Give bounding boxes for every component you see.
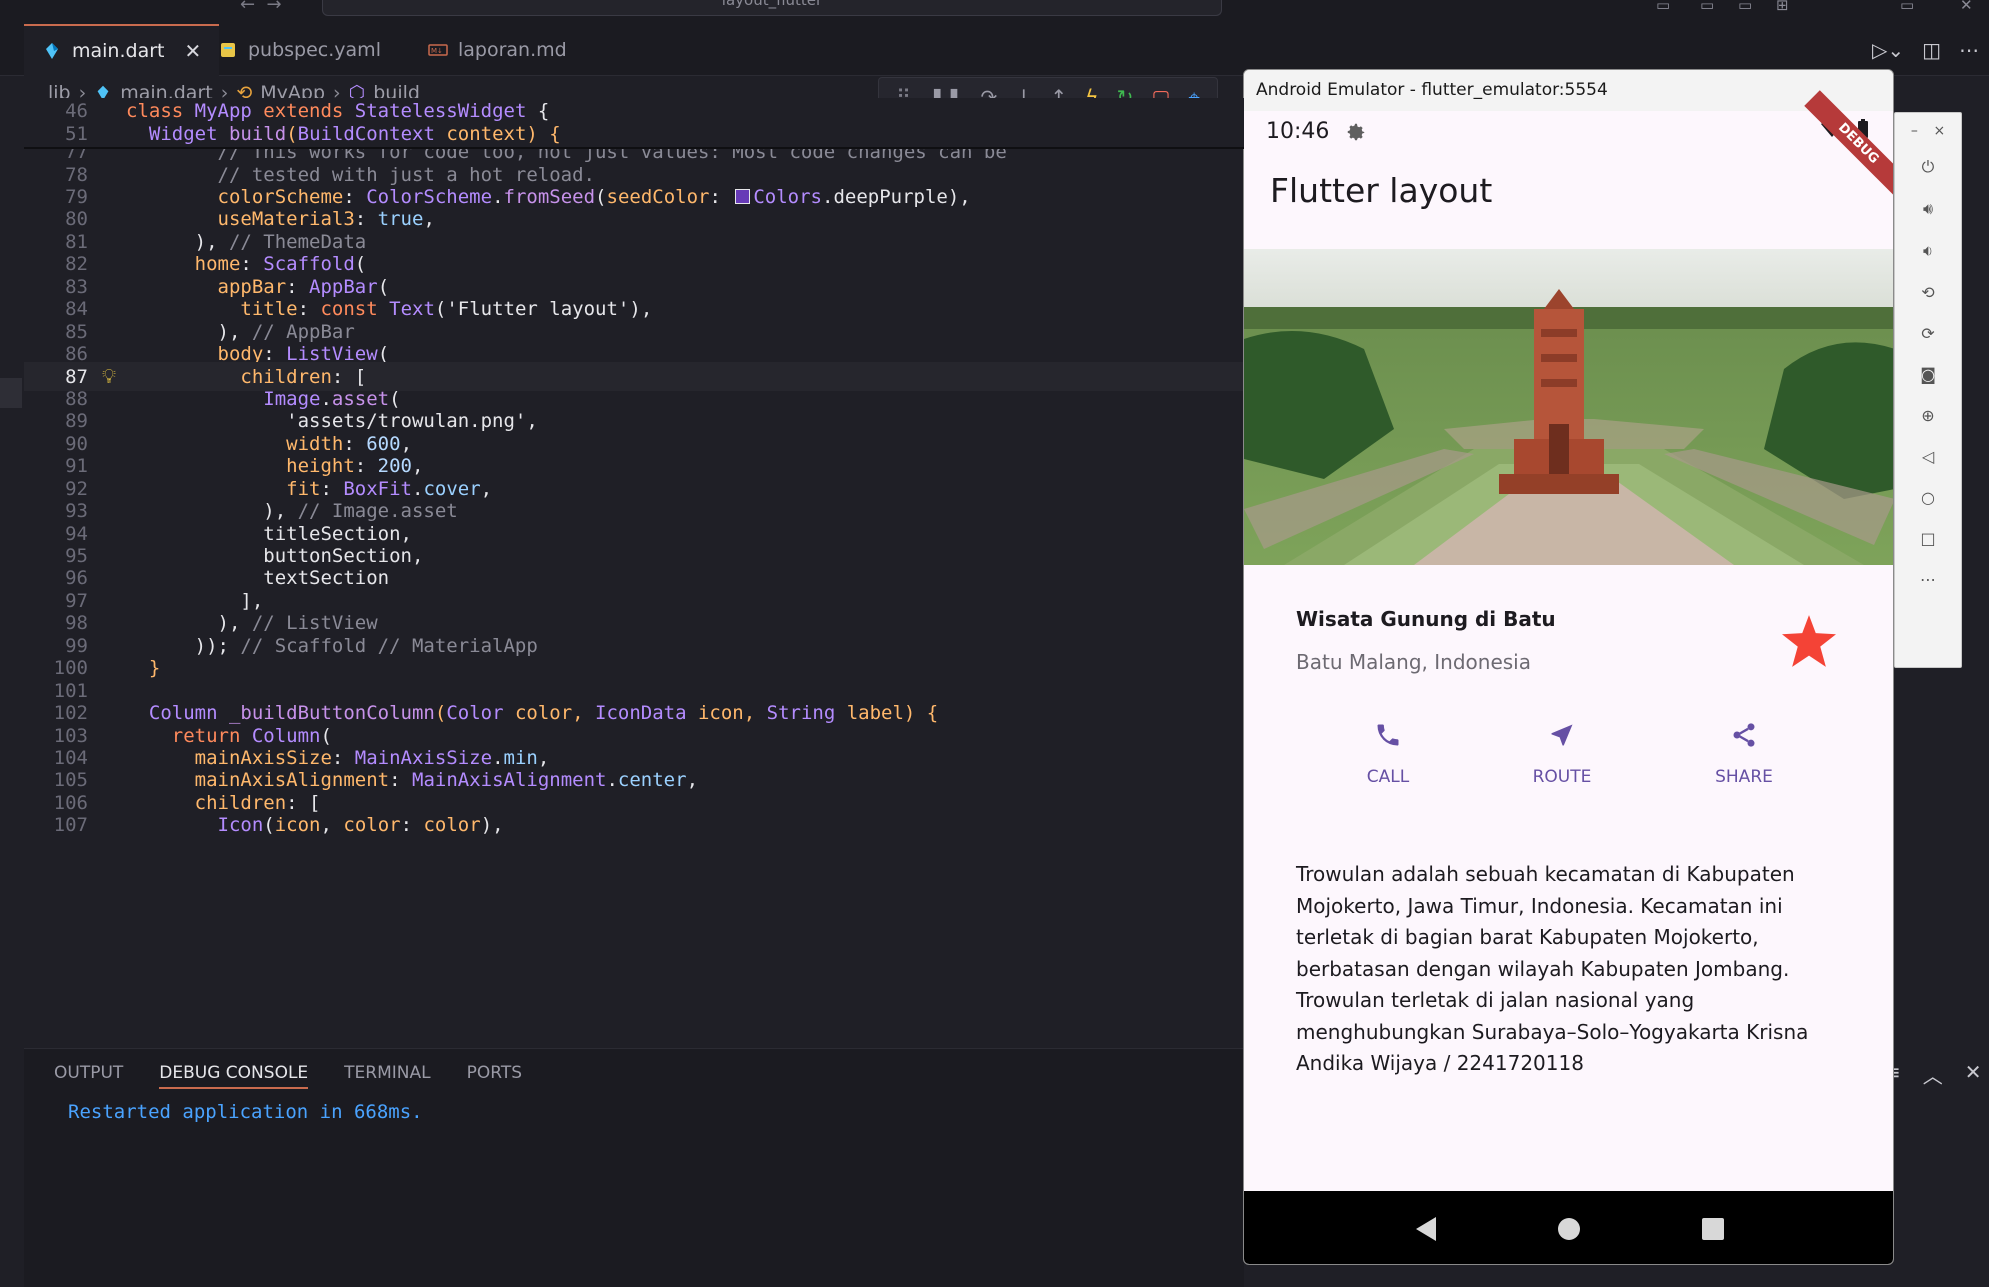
volume-down-icon[interactable]: 🔉︎ bbox=[1895, 241, 1961, 261]
star-icon[interactable] bbox=[1782, 615, 1836, 667]
title-bar: ← → layout_flutter ▭ ▭ ▭ ⊞ ▭ ✕ bbox=[0, 0, 1989, 20]
title-section-title: Wisata Gunung di Batu bbox=[1296, 607, 1556, 631]
call-button[interactable]: CALL bbox=[1318, 721, 1458, 787]
android-nav-bar bbox=[1244, 1191, 1893, 1264]
near-me-icon bbox=[1551, 724, 1573, 746]
dart-file-icon bbox=[46, 43, 58, 59]
code-text: class MyApp extends StatelessWidget { bbox=[126, 100, 550, 123]
tab-label: pubspec.yaml bbox=[248, 39, 381, 61]
layout-icon[interactable]: ▭ bbox=[1656, 0, 1670, 14]
back-icon[interactable]: ◁ bbox=[1895, 447, 1961, 466]
power-icon[interactable]: ⏻ bbox=[1895, 157, 1961, 177]
panel-actions: ≡ ︿ ✕ bbox=[1884, 1060, 1982, 1089]
close-icon[interactable]: × bbox=[1933, 123, 1945, 139]
more-icon[interactable]: ⋯ bbox=[1895, 570, 1961, 589]
run-icon[interactable]: ▷⌄ bbox=[1872, 38, 1904, 62]
nav-arrows[interactable]: ← → bbox=[240, 0, 282, 15]
split-editor-icon[interactable]: ◫ bbox=[1922, 38, 1941, 62]
overview-icon[interactable]: □ bbox=[1895, 529, 1961, 548]
panel-tab-debug-console[interactable]: DEBUG CONSOLE bbox=[159, 1063, 309, 1089]
panel-tabs: OUTPUT DEBUG CONSOLE TERMINAL PORTS bbox=[54, 1063, 522, 1089]
layout-icon[interactable]: ▭ bbox=[1738, 0, 1752, 14]
tab-laporan-md[interactable]: M↓ laporan.md bbox=[410, 24, 585, 76]
vscode-window: ← → layout_flutter ▭ ▭ ▭ ⊞ ▭ ✕ main.dart… bbox=[0, 0, 1989, 1287]
tab-pubspec-yaml[interactable]: pubspec.yaml bbox=[200, 24, 399, 76]
tab-main-dart[interactable]: main.dart ✕ bbox=[24, 24, 220, 76]
home-nav-icon[interactable] bbox=[1557, 1217, 1581, 1241]
side-toolbar-window-controls: – × bbox=[1895, 113, 1961, 139]
markdown-file-icon: M↓ bbox=[428, 44, 448, 56]
route-label: ROUTE bbox=[1532, 767, 1592, 787]
call-label: CALL bbox=[1366, 767, 1410, 787]
close-window-icon[interactable]: ✕ bbox=[1960, 0, 1973, 14]
share-icon bbox=[1733, 723, 1755, 747]
panel-tab-output[interactable]: OUTPUT bbox=[54, 1063, 123, 1089]
color-swatch-icon[interactable] bbox=[735, 189, 751, 205]
activity-indicator bbox=[0, 378, 22, 408]
lightbulb-icon[interactable]: 💡︎ bbox=[102, 364, 116, 388]
close-icon[interactable]: ✕ bbox=[184, 39, 201, 63]
camera-icon[interactable]: ◙ bbox=[1895, 365, 1961, 384]
command-center-label: layout_flutter bbox=[721, 0, 823, 9]
close-icon[interactable]: ✕ bbox=[1965, 1060, 1982, 1089]
tab-label: main.dart bbox=[72, 40, 165, 62]
code-text: Widget build(BuildContext context) { bbox=[148, 122, 561, 145]
line-number: 46 bbox=[65, 100, 88, 123]
layout-icon[interactable]: ⊞ bbox=[1776, 0, 1789, 14]
share-button[interactable]: SHARE bbox=[1674, 721, 1814, 787]
sticky-scroll-line[interactable]: 51 Widget build(BuildContext context) { bbox=[24, 120, 1244, 149]
code-line[interactable]: 107 Icon(icon, color: color), bbox=[24, 811, 1244, 839]
phone-icon bbox=[1377, 724, 1399, 746]
status-bar: 10:46 bbox=[1266, 119, 1367, 144]
volume-up-icon[interactable]: 🔊︎ bbox=[1895, 199, 1961, 219]
zoom-icon[interactable]: ⊕ bbox=[1895, 406, 1961, 425]
home-icon[interactable]: ○ bbox=[1895, 488, 1961, 507]
editor-tabs: main.dart ✕ pubspec.yaml M↓ laporan.md ▷… bbox=[0, 20, 1989, 76]
yaml-file-icon bbox=[221, 43, 235, 57]
minimize-icon[interactable]: – bbox=[1911, 123, 1918, 139]
back-nav-icon[interactable] bbox=[1414, 1216, 1438, 1242]
share-label: SHARE bbox=[1715, 767, 1773, 787]
title-section-subtitle: Batu Malang, Indonesia bbox=[1296, 650, 1531, 674]
code-editor[interactable]: 77 // This works for code too, not just … bbox=[24, 98, 1244, 1045]
debug-console-output: Restarted application in 668ms. bbox=[68, 1101, 423, 1123]
emulator-side-toolbar: – × ⏻ 🔊︎ 🔉︎ ⟲ ⟳ ◙ ⊕ ◁ ○ □ ⋯ bbox=[1894, 112, 1962, 668]
rotate-right-icon[interactable]: ⟳ bbox=[1895, 324, 1961, 343]
restore-icon[interactable]: ▭ bbox=[1900, 0, 1914, 14]
trowulan-temple-image bbox=[1244, 249, 1893, 565]
route-button[interactable]: ROUTE bbox=[1492, 721, 1632, 787]
panel-tab-ports[interactable]: PORTS bbox=[467, 1063, 522, 1089]
editor-actions: ▷⌄ ◫ ⋯ bbox=[1872, 38, 1979, 62]
chevron-up-icon[interactable]: ︿ bbox=[1923, 1060, 1943, 1089]
settings-icon bbox=[1348, 123, 1365, 140]
command-center[interactable]: layout_flutter bbox=[322, 0, 1222, 16]
emulator-screen[interactable]: 10:46 DEBUG Flutter layout Wisata Gunung… bbox=[1244, 90, 1893, 1264]
emulator-title: Android Emulator - flutter_emulator:5554 bbox=[1244, 70, 1893, 111]
code-text: Icon(icon, color: color), bbox=[126, 814, 504, 837]
android-emulator-window: Android Emulator - flutter_emulator:5554… bbox=[1243, 69, 1894, 1265]
line-number: 51 bbox=[65, 122, 88, 145]
svg-text:M↓: M↓ bbox=[431, 47, 443, 55]
bottom-panel: OUTPUT DEBUG CONSOLE TERMINAL PORTS Restart… bbox=[24, 1048, 1244, 1287]
text-section: Trowulan adalah sebuah kecamatan di Kabu… bbox=[1296, 862, 1809, 1075]
status-time: 10:46 bbox=[1266, 119, 1330, 144]
panel-tab-terminal[interactable]: TERMINAL bbox=[344, 1063, 430, 1089]
more-icon[interactable]: ⋯ bbox=[1959, 38, 1979, 62]
app-bar-title: Flutter layout bbox=[1270, 171, 1493, 210]
line-number: 107 bbox=[53, 814, 88, 837]
layout-icon[interactable]: ▭ bbox=[1700, 0, 1714, 14]
rotate-left-icon[interactable]: ⟲ bbox=[1895, 283, 1961, 302]
recents-nav-icon[interactable] bbox=[1701, 1217, 1725, 1241]
tab-label: laporan.md bbox=[458, 39, 567, 61]
